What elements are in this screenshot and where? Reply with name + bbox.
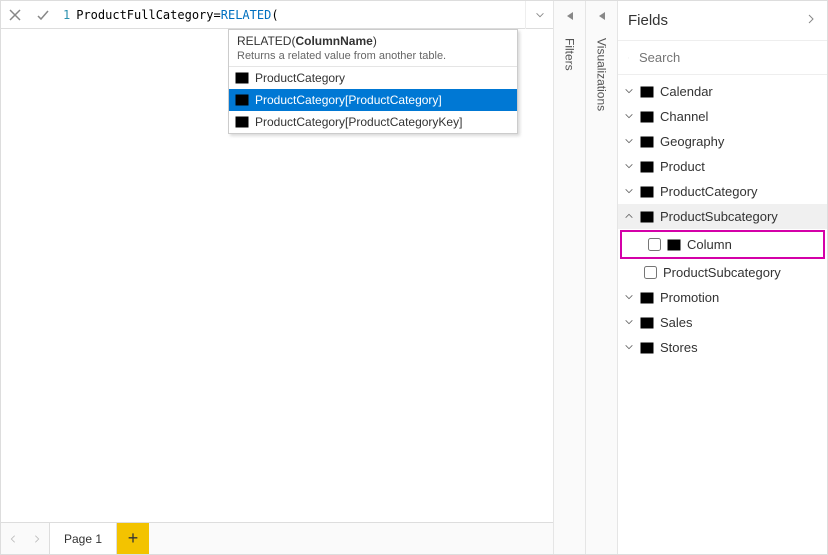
next-page-button[interactable]: [25, 523, 49, 554]
fields-table-label: ProductSubcategory: [660, 209, 778, 224]
filters-pane-collapsed[interactable]: Filters: [553, 1, 585, 554]
field-checkbox[interactable]: [648, 238, 661, 251]
fields-table-row[interactable]: Channel: [618, 104, 827, 129]
intellisense-item[interactable]: ProductCategory: [229, 67, 517, 89]
fields-header: Fields: [618, 1, 827, 41]
intellisense-item[interactable]: ProductCategory[ProductCategoryKey]: [229, 111, 517, 133]
chevron-down-icon: [624, 340, 634, 355]
fields-table-row[interactable]: Product: [618, 154, 827, 179]
chevron-down-icon: [624, 84, 634, 99]
filters-expand-icon[interactable]: [563, 9, 577, 26]
field-label: Column: [687, 237, 732, 252]
cancel-formula-button[interactable]: [1, 1, 29, 29]
fields-table-label: Channel: [660, 109, 708, 124]
page-tab-strip: Page 1 +: [1, 522, 553, 554]
chevron-down-icon: [624, 134, 634, 149]
table-icon: [640, 317, 654, 329]
intellisense-item-label: ProductCategory[ProductCategoryKey]: [255, 115, 462, 129]
table-icon: [235, 116, 249, 128]
formula-input[interactable]: ProductFullCategory=RELATED(: [76, 1, 525, 28]
expand-formula-button[interactable]: [525, 1, 553, 29]
fields-table-row[interactable]: ProductSubcategory: [618, 204, 827, 229]
fields-search-input[interactable]: [637, 49, 817, 66]
chevron-up-icon: [624, 209, 634, 224]
search-icon: [628, 51, 629, 65]
prev-page-button[interactable]: [1, 523, 25, 554]
fields-table-row[interactable]: Sales: [618, 310, 827, 335]
fields-table-label: Calendar: [660, 84, 713, 99]
add-page-button[interactable]: +: [117, 523, 149, 554]
fields-table-label: Promotion: [660, 290, 719, 305]
chevron-down-icon: [624, 184, 634, 199]
table-icon: [640, 161, 654, 173]
intellisense-item[interactable]: ProductCategory[ProductCategory]: [229, 89, 517, 111]
chevron-down-icon: [624, 315, 634, 330]
field-checkbox[interactable]: [644, 266, 657, 279]
fields-table-label: Sales: [660, 315, 693, 330]
table-icon: [235, 94, 249, 106]
fields-table-row[interactable]: Promotion: [618, 285, 827, 310]
table-icon: [640, 86, 654, 98]
visualizations-label: Visualizations: [595, 38, 609, 111]
chevron-down-icon: [624, 159, 634, 174]
formula-line-number: 1: [57, 8, 76, 22]
table-icon: [235, 72, 249, 84]
intellisense-signature: RELATED(ColumnName) Returns a related va…: [229, 30, 517, 67]
fields-collapse-icon[interactable]: [805, 13, 817, 28]
fields-pane: Fields Calendar Channel Geography Product Pr…: [617, 1, 827, 554]
app-root: 1 ProductFullCategory=RELATED( RELATED(C…: [0, 0, 828, 555]
intellisense-item-label: ProductCategory: [255, 71, 345, 85]
table-icon: [640, 211, 654, 223]
visualizations-pane-collapsed[interactable]: Visualizations: [585, 1, 617, 554]
calculated-column-icon: [667, 239, 681, 251]
fields-table-row[interactable]: ProductCategory: [618, 179, 827, 204]
intellisense-popup: RELATED(ColumnName) Returns a related va…: [228, 29, 518, 134]
fields-title: Fields: [628, 12, 668, 29]
field-label: ProductSubcategory: [663, 265, 781, 280]
fields-table-label: ProductCategory: [660, 184, 758, 199]
fields-table-row[interactable]: Stores: [618, 335, 827, 360]
fields-table-label: Stores: [660, 340, 698, 355]
formula-bar: 1 ProductFullCategory=RELATED(: [1, 1, 553, 29]
table-icon: [640, 186, 654, 198]
fields-table-label: Geography: [660, 134, 724, 149]
table-icon: [640, 111, 654, 123]
commit-formula-button[interactable]: [29, 1, 57, 29]
fields-search[interactable]: [618, 41, 827, 75]
intellisense-list: ProductCategory ProductCategory[ProductCa…: [229, 67, 517, 133]
table-icon: [640, 342, 654, 354]
table-icon: [640, 136, 654, 148]
filters-label: Filters: [563, 38, 577, 71]
fields-tree: Calendar Channel Geography Product ProductCa…: [618, 75, 827, 554]
fields-column-row[interactable]: ProductSubcategory: [618, 260, 827, 285]
chevron-down-icon: [624, 290, 634, 305]
fields-table-row[interactable]: Calendar: [618, 79, 827, 104]
visualizations-expand-icon[interactable]: [595, 9, 609, 26]
fields-column-row[interactable]: Column: [622, 232, 823, 257]
fields-table-row[interactable]: Geography: [618, 129, 827, 154]
highlighted-field: Column: [620, 230, 825, 259]
report-canvas[interactable]: RELATED(ColumnName) Returns a related va…: [1, 29, 553, 522]
chevron-down-icon: [624, 109, 634, 124]
page-tab[interactable]: Page 1: [49, 523, 117, 554]
table-icon: [640, 292, 654, 304]
main-area: 1 ProductFullCategory=RELATED( RELATED(C…: [1, 1, 553, 554]
fields-table-label: Product: [660, 159, 705, 174]
intellisense-item-label: ProductCategory[ProductCategory]: [255, 93, 442, 107]
